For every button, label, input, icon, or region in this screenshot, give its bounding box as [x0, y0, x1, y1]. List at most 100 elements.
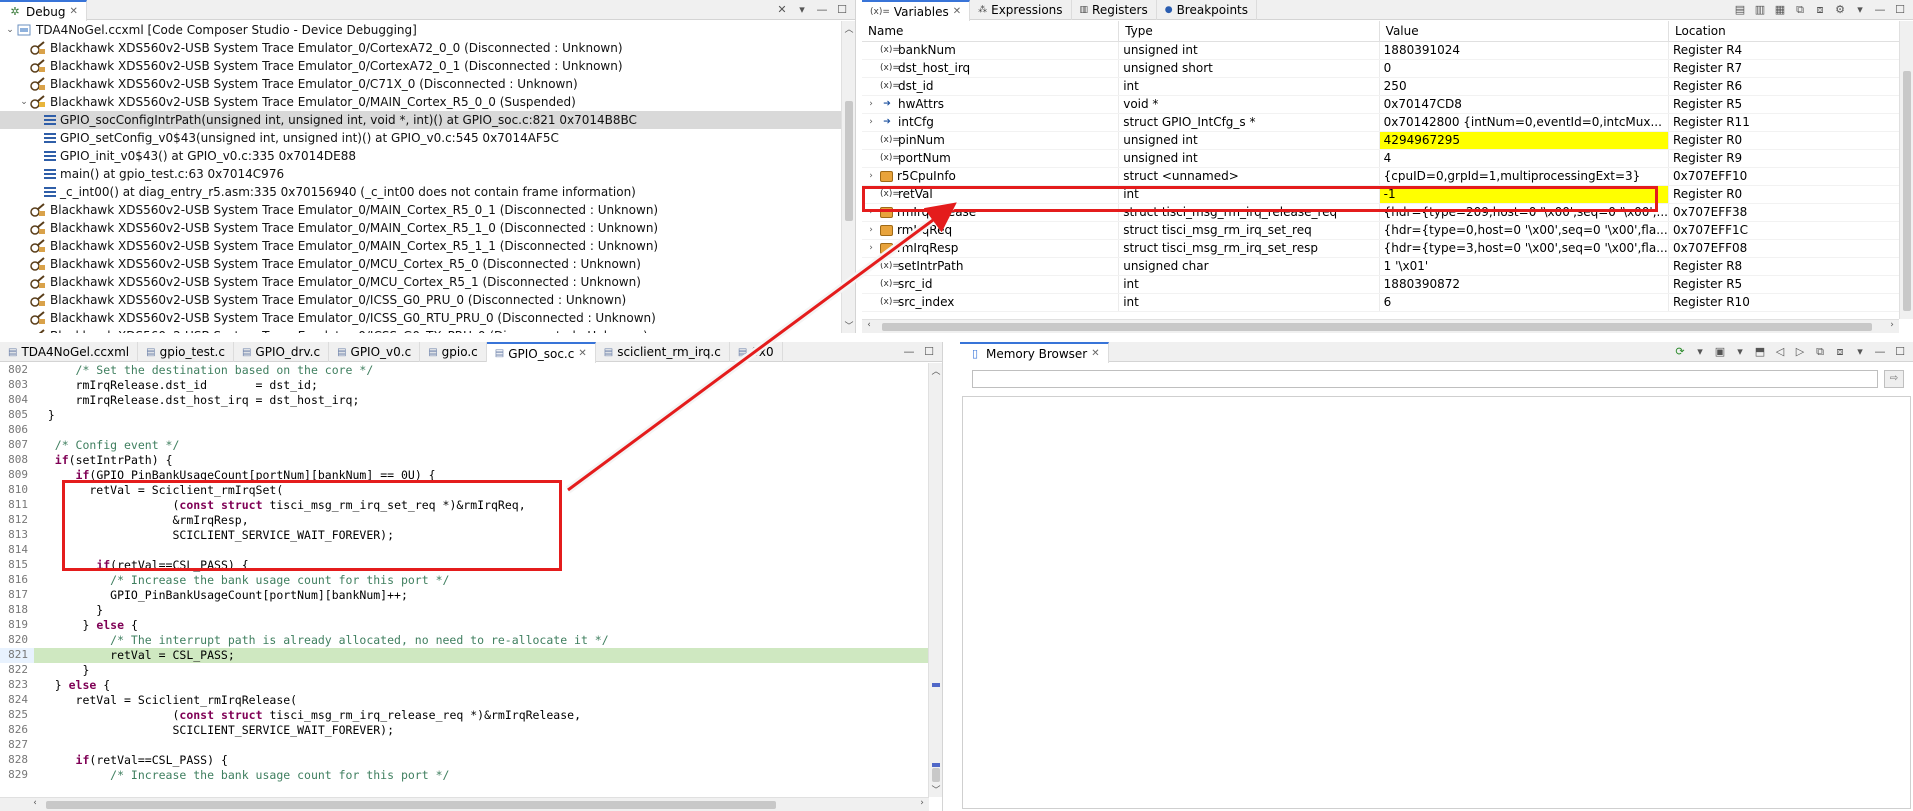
- variable-value-cell[interactable]: 1 '\x01': [1379, 257, 1670, 276]
- code-line[interactable]: 803 rmIrqRelease.dst_id = dst_id;: [0, 378, 928, 393]
- expand-toggle-icon[interactable]: ⌄: [18, 97, 30, 107]
- memory-go-button[interactable]: ⇨: [1884, 370, 1904, 388]
- view-menu-icon[interactable]: ▾: [1853, 345, 1867, 359]
- variable-value-cell[interactable]: -1: [1379, 185, 1670, 204]
- variable-value-cell[interactable]: 0x70142800 {intNum=0,eventId=0,intcMux..…: [1379, 113, 1670, 132]
- variable-row[interactable]: › rmIrqResp struct tisci_msg_rm_irq_set_re…: [862, 239, 1913, 258]
- code-line[interactable]: 802 /* Set the destination based on the …: [0, 363, 928, 378]
- minimize-icon[interactable]: —: [902, 345, 916, 359]
- variable-row[interactable]: › ➔ hwAttrs void * 0x70147CD8 Register R5: [862, 95, 1913, 114]
- maximize-icon[interactable]: ☐: [922, 345, 936, 359]
- variable-row[interactable]: › ➔ intCfg struct GPIO_IntCfg_s * 0x70142800…: [862, 113, 1913, 132]
- variable-value-cell[interactable]: 4294967295: [1379, 131, 1670, 150]
- variables-vscrollbar[interactable]: [1899, 21, 1913, 319]
- variable-value-cell[interactable]: 250: [1379, 77, 1670, 96]
- editor-tab[interactable]: ▤ GPIO_v0.c: [329, 342, 421, 362]
- code-line[interactable]: 808 if(setIntrPath) {: [0, 453, 928, 468]
- code-line[interactable]: 814: [0, 543, 928, 558]
- close-icon[interactable]: ✕: [578, 348, 586, 359]
- current-line[interactable]: 821 retVal = CSL_PASS;: [0, 648, 928, 663]
- back-icon[interactable]: ◁: [1773, 345, 1787, 359]
- code-line[interactable]: 812 &rmIrqResp,: [0, 513, 928, 528]
- code-line[interactable]: 805 }: [0, 408, 928, 423]
- layout-icon[interactable]: ▦: [1773, 3, 1787, 17]
- code-line[interactable]: 806: [0, 423, 928, 438]
- view-menu-icon[interactable]: ▾: [1853, 3, 1867, 17]
- scroll-right-icon[interactable]: ›: [915, 798, 929, 808]
- scroll-down-icon[interactable]: ﹀: [929, 783, 942, 796]
- pin-icon[interactable]: ⧈: [1813, 3, 1827, 17]
- editor-tab[interactable]: ▤ gpio.c: [420, 342, 487, 362]
- expand-toggle-icon[interactable]: ›: [866, 225, 876, 235]
- variable-row[interactable]: (x)= setIntrPath unsigned char 1 '\x01' Regi…: [862, 257, 1913, 276]
- expand-toggle-icon[interactable]: ›: [866, 117, 876, 127]
- memory-address-input[interactable]: [972, 370, 1878, 388]
- variable-value-cell[interactable]: {hdr={type=3,host=0 '\x00',seq=0 '\x00',…: [1379, 239, 1670, 258]
- editor-tab[interactable]: ▤ 0x0: [730, 342, 783, 362]
- expand-toggle-icon[interactable]: ›: [866, 243, 876, 253]
- editor-hscrollbar[interactable]: ‹ ›: [0, 797, 929, 811]
- forward-icon[interactable]: ▷: [1793, 345, 1807, 359]
- code-area[interactable]: 802 /* Set the destination based on the …: [0, 363, 928, 797]
- debug-tree-row[interactable]: Blackhawk XDS560v2-USB System Trace Emul…: [0, 39, 841, 57]
- tab-expressions[interactable]: ⁂ Expressions: [970, 0, 1072, 20]
- debug-tree-row[interactable]: Blackhawk XDS560v2-USB System Trace Emul…: [0, 273, 841, 291]
- variables-hscroll-thumb[interactable]: [882, 323, 1872, 331]
- variable-value-cell[interactable]: {hdr={type=0,host=0 '\x00',seq=0 '\x00',…: [1379, 221, 1670, 240]
- close-icon[interactable]: ✕: [1091, 348, 1099, 359]
- debug-tree-row[interactable]: Blackhawk XDS560v2-USB System Trace Emul…: [0, 255, 841, 273]
- editor-tab[interactable]: ▤ gpio_test.c: [138, 342, 234, 362]
- code-line[interactable]: 815 if(retVal==CSL_PASS) {: [0, 558, 928, 573]
- dropdown-icon[interactable]: ▾: [1733, 345, 1747, 359]
- code-line[interactable]: 813 SCICLIENT_SERVICE_WAIT_FOREVER);: [0, 528, 928, 543]
- variable-value-cell[interactable]: 1880391024: [1379, 41, 1670, 60]
- variable-row[interactable]: › rmIrqReq struct tisci_msg_rm_irq_set_req…: [862, 221, 1913, 240]
- debug-tree-row[interactable]: Blackhawk XDS560v2-USB System Trace Emul…: [0, 219, 841, 237]
- variable-value-cell[interactable]: 4: [1379, 149, 1670, 168]
- debug-tree-row[interactable]: Blackhawk XDS560v2-USB System Trace Emul…: [0, 291, 841, 309]
- debug-tree-row[interactable]: Blackhawk XDS560v2-USB System Trace Emul…: [0, 201, 841, 219]
- code-line[interactable]: 824 retVal = Sciclient_rmIrqRelease(: [0, 693, 928, 708]
- editor-tab[interactable]: ▤ GPIO_soc.c ✕: [486, 342, 596, 363]
- scroll-up-icon[interactable]: ︿: [929, 364, 942, 377]
- editor-vscroll-thumb[interactable]: [932, 768, 940, 782]
- variable-row[interactable]: › rmIrqRelease struct tisci_msg_rm_irq_rel…: [862, 203, 1913, 222]
- tab-breakpoints[interactable]: ● Breakpoints: [1157, 0, 1258, 20]
- variable-value-cell[interactable]: 0x70147CD8: [1379, 95, 1670, 114]
- variable-value-cell[interactable]: 1880390872: [1379, 275, 1670, 294]
- new-view-icon[interactable]: ⧉: [1813, 345, 1827, 359]
- tab-variables[interactable]: (x)= Variables ✕: [862, 0, 971, 21]
- pin-icon[interactable]: ⧈: [1833, 345, 1847, 359]
- scroll-down-icon[interactable]: ﹀: [842, 319, 855, 332]
- minimize-icon[interactable]: —: [815, 3, 829, 17]
- variable-row[interactable]: › r5CpuInfo struct <unnamed> {cpuID=0,grpId…: [862, 167, 1913, 186]
- tab-memory-browser[interactable]: ▯ Memory Browser ✕: [960, 342, 1109, 363]
- variable-row[interactable]: (x)= retVal int -1 Register R0: [862, 185, 1913, 204]
- code-line[interactable]: 827: [0, 738, 928, 753]
- column-header-name[interactable]: Name: [862, 21, 1120, 42]
- column-header-value[interactable]: Value: [1379, 21, 1670, 42]
- code-line[interactable]: 811 (const struct tisci_msg_rm_irq_set_r…: [0, 498, 928, 513]
- settings-icon[interactable]: ⚙: [1833, 3, 1847, 17]
- variable-value-cell[interactable]: 6: [1379, 293, 1670, 312]
- variable-value-cell[interactable]: {cpuID=0,grpId=1,multiprocessingExt=3}: [1379, 167, 1670, 186]
- maximize-icon[interactable]: ☐: [835, 3, 849, 17]
- new-view-icon[interactable]: ⧉: [1793, 3, 1807, 17]
- debug-tree-row[interactable]: Blackhawk XDS560v2-USB System Trace Emul…: [0, 327, 841, 333]
- editor-hscroll-thumb[interactable]: [46, 801, 776, 809]
- variable-row[interactable]: (x)= src_id int 1880390872 Register R5: [862, 275, 1913, 294]
- debug-tree-row[interactable]: Blackhawk XDS560v2-USB System Trace Emul…: [0, 57, 841, 75]
- save-memory-icon[interactable]: ▣: [1713, 345, 1727, 359]
- debug-tree-row[interactable]: Blackhawk XDS560v2-USB System Trace Emul…: [0, 75, 841, 93]
- scroll-left-icon[interactable]: ‹: [28, 798, 42, 808]
- memory-display-area[interactable]: [962, 396, 1911, 809]
- code-line[interactable]: 817 GPIO_PinBankUsageCount[portNum][bank…: [0, 588, 928, 603]
- column-header-location[interactable]: Location: [1668, 21, 1913, 42]
- collapse-all-icon[interactable]: ▥: [1753, 3, 1767, 17]
- variable-value-cell[interactable]: {hdr={type=209,host=0 '\x00',seq=0 '\x00…: [1379, 203, 1670, 222]
- variables-hscrollbar[interactable]: ‹ ›: [862, 319, 1899, 333]
- code-line[interactable]: 825 (const struct tisci_msg_rm_irq_relea…: [0, 708, 928, 723]
- variable-row[interactable]: (x)= portNum unsigned int 4 Register R9: [862, 149, 1913, 168]
- variable-row[interactable]: (x)= src_index int 6 Register R10: [862, 293, 1913, 312]
- dropdown-icon[interactable]: ▾: [1693, 345, 1707, 359]
